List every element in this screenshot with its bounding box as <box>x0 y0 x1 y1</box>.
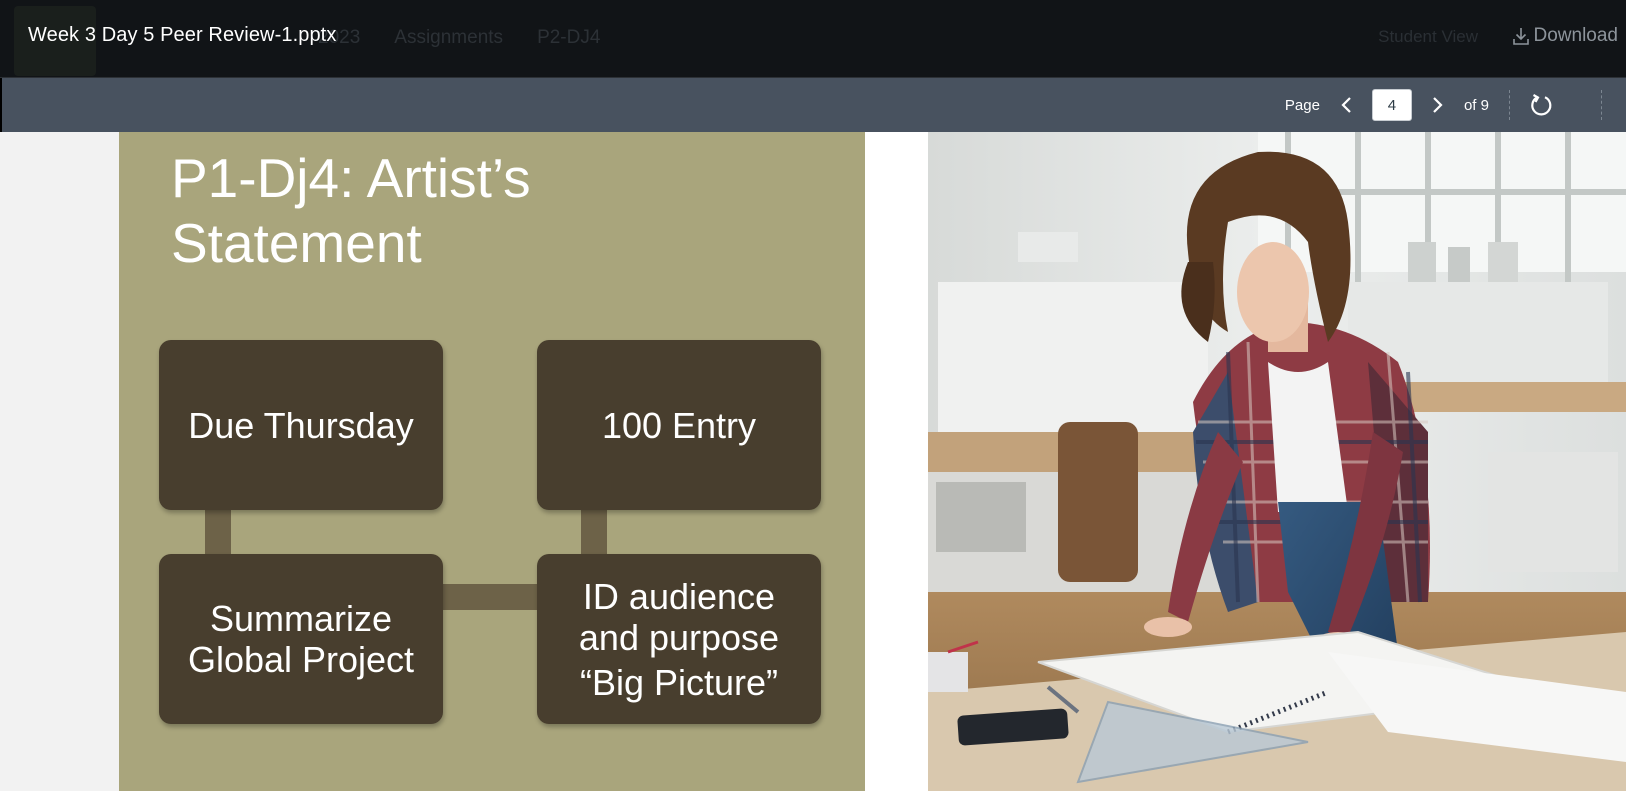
chevron-left-icon <box>1341 97 1351 113</box>
diagram-connector <box>581 508 607 558</box>
toolbar-divider <box>1601 90 1602 120</box>
document-viewer[interactable]: P1-Dj4: Artist’s Statement Due Thursday … <box>0 132 1626 791</box>
next-page-button[interactable] <box>1424 90 1450 120</box>
page-total: of 9 <box>1463 96 1489 114</box>
box-label: Due Thursday <box>188 404 414 446</box>
background-breadcrumb: 2023 Assignments P2-DJ4 <box>318 27 600 51</box>
slide-title-line: P1-Dj4: Artist’s <box>171 147 531 209</box>
file-title: Week 3 Day 5 Peer Review-1.pptx <box>28 24 337 46</box>
slide-content-panel: P1-Dj4: Artist’s Statement Due Thursday … <box>119 132 865 791</box>
summarize-box: Summarize Global Project <box>159 554 443 724</box>
background-nav-item: Assignments <box>394 27 504 48</box>
slide-title: P1-Dj4: Artist’s Statement <box>171 146 771 276</box>
box-label: ID audience and purpose <box>578 575 780 658</box>
download-button[interactable]: Download <box>1512 25 1619 47</box>
download-label: Download <box>1533 25 1619 46</box>
box-label: 100 Entry <box>601 404 757 446</box>
due-thursday-box: Due Thursday <box>159 340 443 510</box>
preview-toolbar: Page of 9 <box>0 78 1626 132</box>
rotate-button[interactable] <box>1526 90 1556 120</box>
background-student-view: Student View <box>1378 27 1478 46</box>
download-icon <box>1512 26 1530 46</box>
file-preview-app: 2023 Assignments P2-DJ4 Student View Wee… <box>0 0 1626 791</box>
entry-box: 100 Entry <box>537 340 821 510</box>
woman-drafting-photo <box>928 132 1626 791</box>
viewer-gutter <box>0 132 119 791</box>
page-number-input[interactable] <box>1371 89 1412 121</box>
background-right-nav: Student View <box>1378 27 1478 47</box>
rotate-icon <box>1531 94 1552 116</box>
background-nav-item: P2-DJ4 <box>537 27 601 48</box>
box-sublabel: “Big Picture” <box>579 661 779 703</box>
page-label: Page <box>1284 96 1320 114</box>
chevron-right-icon <box>1433 97 1443 113</box>
preview-title-bar: 2023 Assignments P2-DJ4 Student View Wee… <box>0 0 1626 78</box>
page-navigator: Page of 9 <box>1285 78 1556 132</box>
diagram-connector <box>205 508 231 558</box>
toolbar-divider <box>1509 90 1510 120</box>
box-label: Summarize Global Project <box>187 598 415 680</box>
diagram-connector <box>439 584 539 610</box>
audience-box: ID audience and purpose “Big Picture” <box>537 554 821 724</box>
slide-title-line: Statement <box>171 212 422 274</box>
previous-page-button[interactable] <box>1334 90 1360 120</box>
